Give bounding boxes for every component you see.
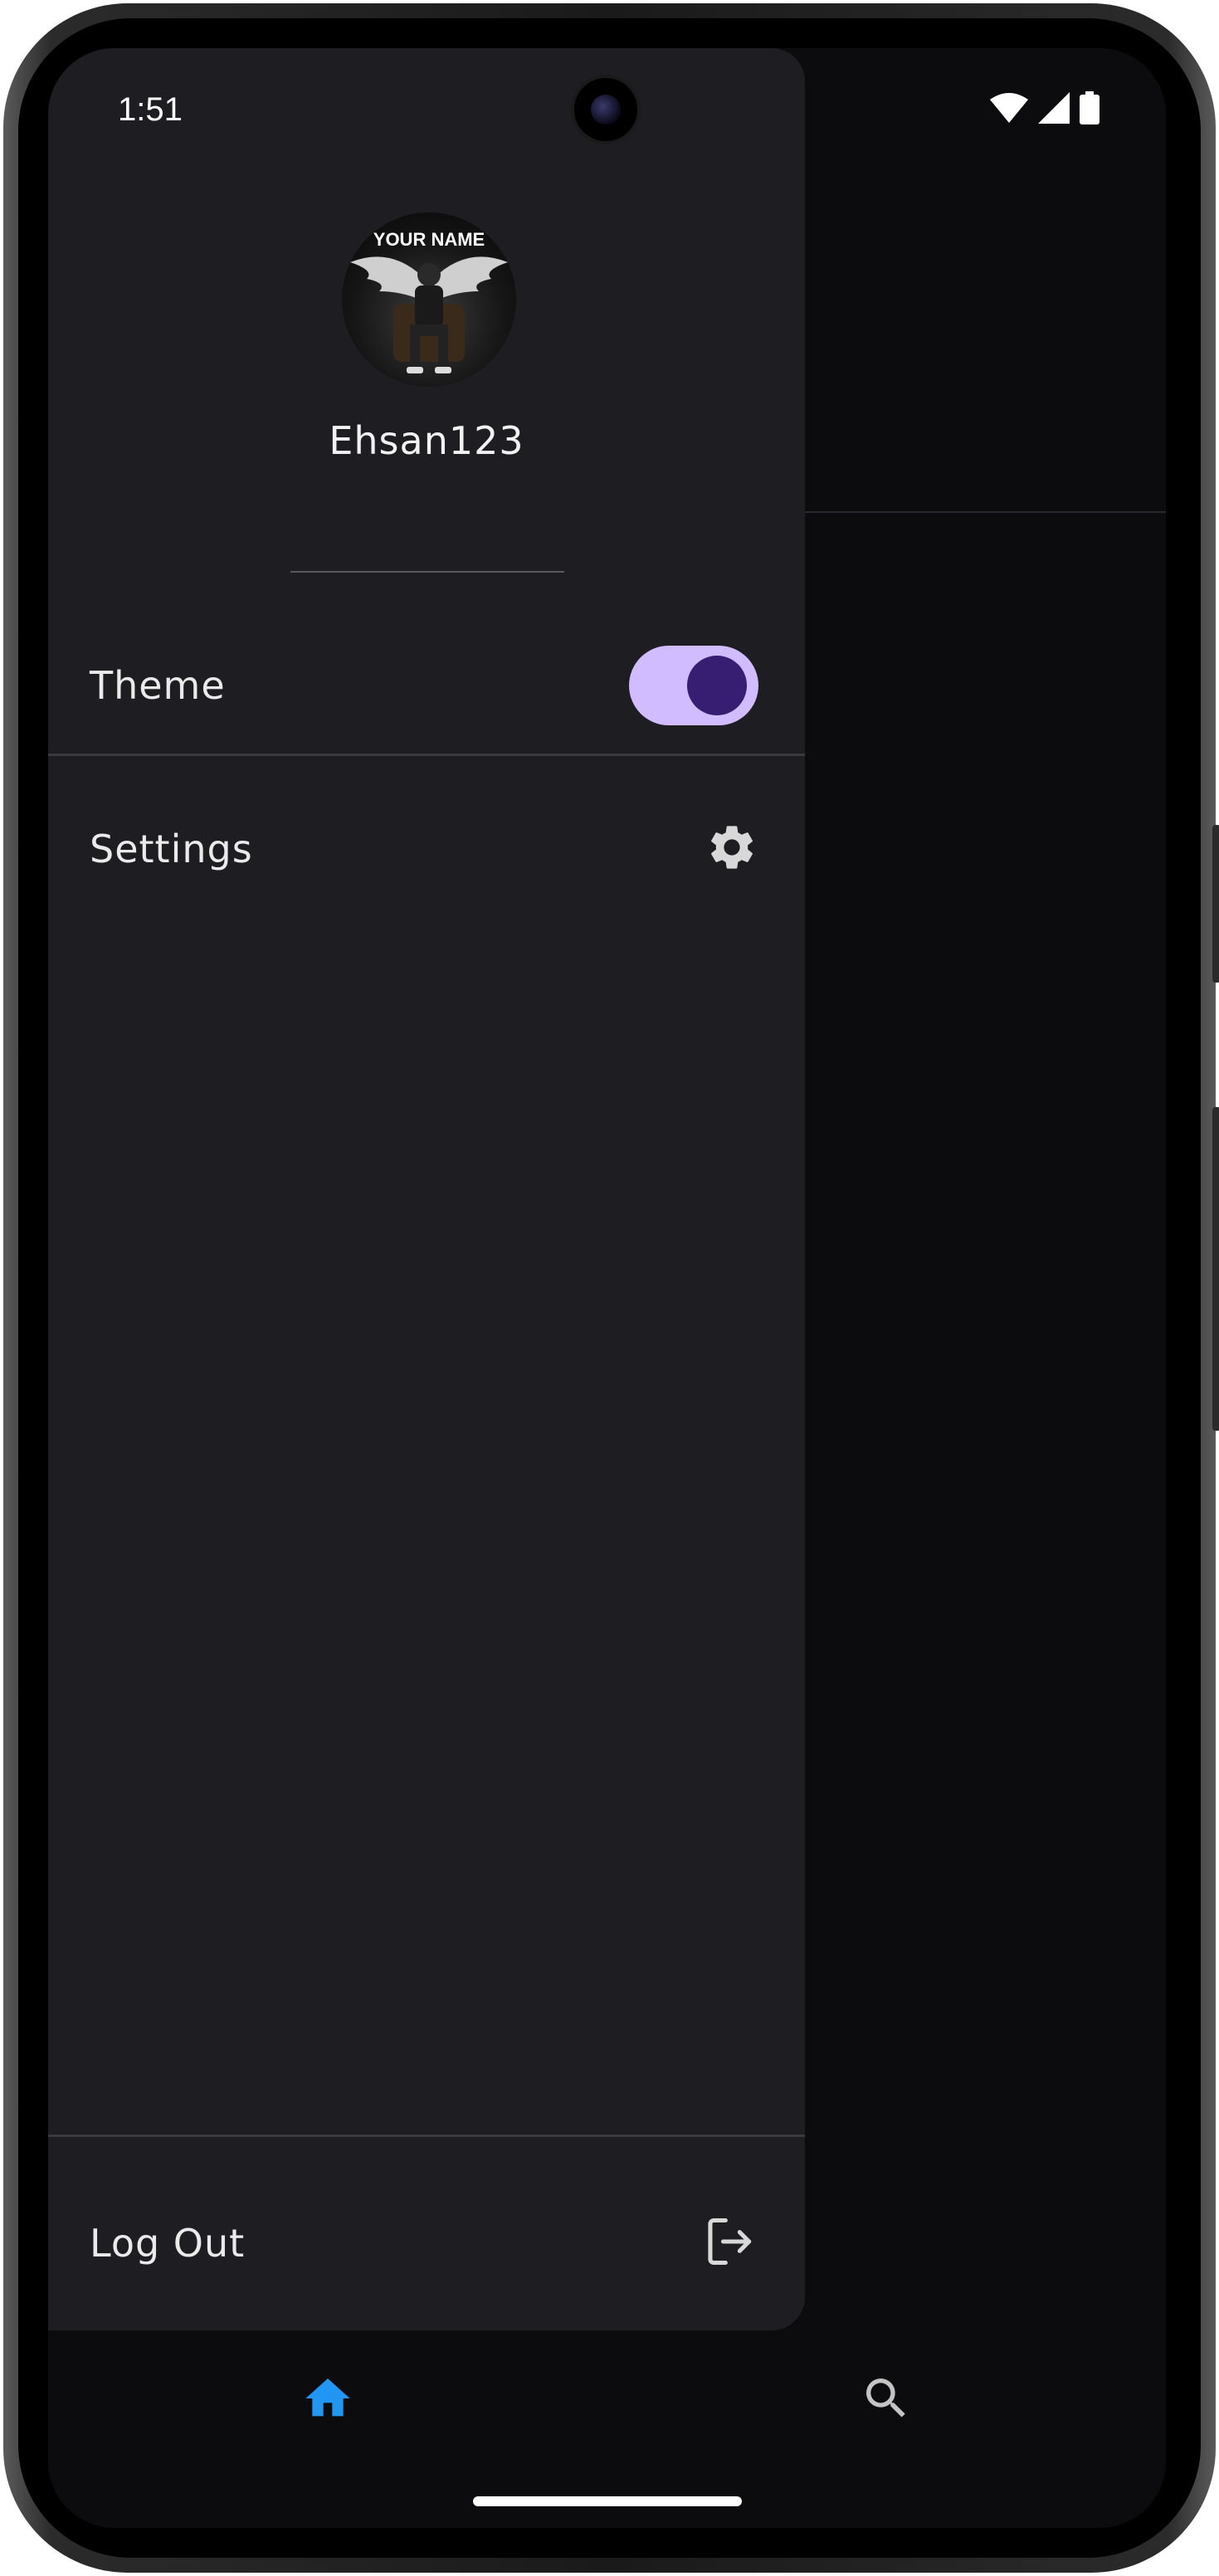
divider: [48, 754, 805, 756]
theme-toggle[interactable]: [629, 646, 758, 725]
home-icon: [301, 2372, 354, 2428]
divider: [48, 2134, 805, 2137]
settings-row[interactable]: Settings: [48, 795, 805, 903]
header-divider: [290, 571, 564, 573]
bottom-navigation: [48, 2330, 1166, 2470]
theme-label: Theme: [90, 663, 226, 708]
front-camera: [571, 75, 641, 144]
gear-icon: [705, 821, 758, 877]
search-icon: [860, 2372, 913, 2428]
status-icons: [990, 91, 1100, 128]
power-button: [1212, 825, 1219, 983]
status-time: 1:51: [118, 91, 183, 128]
wifi-icon: [990, 93, 1028, 126]
screen: 1:51 YOUR NAME Ehsan123 Theme Settings L…: [48, 48, 1166, 2528]
logout-label: Log Out: [90, 2221, 246, 2266]
gesture-bar[interactable]: [473, 2496, 742, 2506]
navigation-drawer: YOUR NAME Ehsan123 Theme Settings Log Ou…: [48, 48, 805, 2330]
avatar-image: [350, 256, 508, 373]
theme-row[interactable]: Theme: [48, 619, 805, 752]
battery-icon: [1080, 91, 1100, 128]
volume-button: [1212, 1107, 1219, 1431]
nav-search[interactable]: [607, 2330, 1167, 2470]
avatar[interactable]: YOUR NAME: [342, 212, 516, 387]
logout-icon: [702, 2213, 758, 2273]
logout-row[interactable]: Log Out: [48, 2189, 805, 2297]
nav-home[interactable]: [48, 2330, 607, 2470]
cellular-signal-icon: [1038, 92, 1070, 127]
settings-label: Settings: [90, 827, 253, 871]
username: Ehsan123: [329, 418, 524, 463]
toggle-knob: [687, 656, 747, 715]
